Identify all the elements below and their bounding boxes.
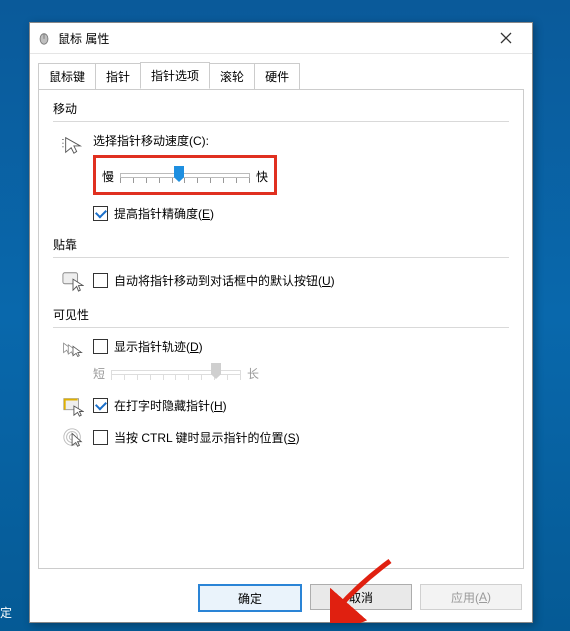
- snap-to-default-checkbox[interactable]: 自动将指针移动到对话框中的默认按钮(U): [93, 272, 509, 289]
- pointer-speed-slider[interactable]: [120, 164, 250, 188]
- show-location-ctrl-checkbox[interactable]: 当按 CTRL 键时显示指针的位置(S): [93, 429, 509, 446]
- snap-icon: [53, 268, 93, 292]
- hide-typing-label: 在打字时隐藏指针(H): [114, 397, 227, 414]
- group-motion: 移动 选择指针移动速度(C): 慢: [53, 100, 509, 222]
- enhance-precision-checkbox[interactable]: 提高指针精确度(E): [93, 205, 509, 222]
- pointer-trails-label: 显示指针轨迹(D): [114, 338, 203, 355]
- snap-label: 自动将指针移动到对话框中的默认按钮(U): [114, 272, 335, 289]
- speed-fast-label: 快: [256, 168, 268, 185]
- group-snap: 贴靠 自动将指针移动到对话框中的默认按钮(U): [53, 236, 509, 292]
- cancel-button[interactable]: 取消: [310, 584, 412, 610]
- hide-typing-icon: [53, 393, 93, 417]
- desktop: 定 鼠标 属性 鼠标键 指针 指针选项 滚轮 硬件 移动: [0, 0, 570, 631]
- close-button[interactable]: [486, 24, 526, 52]
- window-title: 鼠标 属性: [58, 30, 486, 47]
- ok-button[interactable]: 确定: [198, 584, 302, 612]
- pointer-speed-label: 选择指针移动速度(C):: [93, 132, 509, 149]
- highlight-box: 慢 快: [93, 155, 277, 195]
- tab-hardware[interactable]: 硬件: [254, 63, 300, 90]
- speed-slow-label: 慢: [102, 168, 114, 185]
- checkbox-icon: [93, 206, 108, 221]
- checkbox-icon: [93, 339, 108, 354]
- pointer-trail-slider: [111, 361, 241, 385]
- taskbar-fragment: 定: [0, 604, 12, 621]
- trails-icon: [53, 338, 93, 362]
- tab-pointers[interactable]: 指针: [95, 63, 141, 90]
- group-snap-title: 贴靠: [53, 236, 509, 253]
- mouse-properties-dialog: 鼠标 属性 鼠标键 指针 指针选项 滚轮 硬件 移动: [29, 22, 533, 623]
- close-icon: [500, 32, 512, 44]
- trail-short-label: 短: [93, 365, 105, 382]
- hide-while-typing-checkbox[interactable]: 在打字时隐藏指针(H): [93, 397, 509, 414]
- ctrl-locate-icon: [53, 425, 93, 449]
- mouse-icon: [36, 30, 52, 46]
- tab-strip: 鼠标键 指针 指针选项 滚轮 硬件: [30, 54, 532, 89]
- group-visibility-title: 可见性: [53, 306, 509, 323]
- checkbox-icon: [93, 398, 108, 413]
- tab-wheel[interactable]: 滚轮: [209, 63, 255, 90]
- tab-panel-pointer-options: 移动 选择指针移动速度(C): 慢: [38, 89, 524, 569]
- ctrl-locate-label: 当按 CTRL 键时显示指针的位置(S): [114, 429, 300, 446]
- tab-buttons[interactable]: 鼠标键: [38, 63, 96, 90]
- dialog-footer: 确定 取消 应用(A): [198, 584, 522, 612]
- titlebar: 鼠标 属性: [30, 23, 532, 54]
- enhance-precision-label: 提高指针精确度(E): [114, 205, 214, 222]
- checkbox-icon: [93, 430, 108, 445]
- tab-pointer-options[interactable]: 指针选项: [140, 62, 210, 89]
- pointer-trails-checkbox[interactable]: 显示指针轨迹(D): [93, 338, 509, 355]
- apply-button: 应用(A): [420, 584, 522, 610]
- group-motion-title: 移动: [53, 100, 509, 117]
- trail-long-label: 长: [247, 365, 259, 382]
- checkbox-icon: [93, 273, 108, 288]
- group-visibility: 可见性 显示指针轨迹(D) 短: [53, 306, 509, 449]
- motion-icon: [53, 132, 93, 156]
